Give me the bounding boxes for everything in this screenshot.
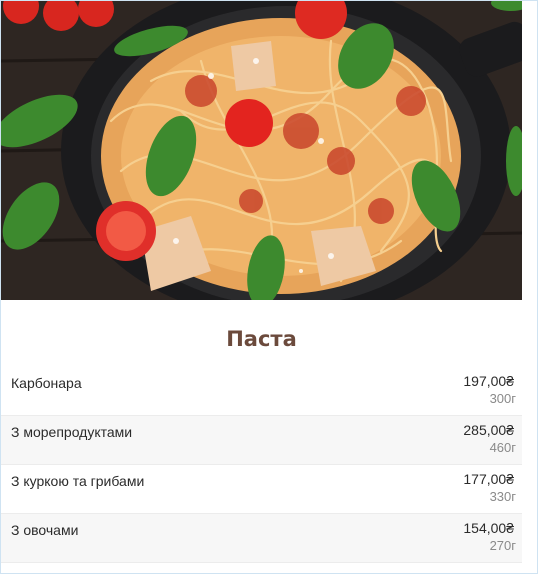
menu-item[interactable]: З куркою та грибами 177,00₴ 330г bbox=[1, 465, 522, 514]
menu-item-price: 197,00₴ bbox=[463, 373, 514, 389]
menu-item-name: Карбонара bbox=[11, 375, 82, 391]
menu-item-name: З куркою та грибами bbox=[11, 473, 145, 489]
menu-item-name: З овочами bbox=[11, 522, 79, 538]
menu-list: Карбонара 197,00₴ 300г З морепродуктами … bbox=[1, 367, 522, 563]
pasta-photo bbox=[1, 1, 522, 300]
menu-item-name: З морепродуктами bbox=[11, 424, 133, 440]
menu-item[interactable]: З овочами 154,00₴ 270г bbox=[1, 514, 522, 563]
menu-item-weight: 330г bbox=[489, 489, 516, 504]
pasta-illustration bbox=[1, 1, 522, 300]
menu-item-weight: 270г bbox=[489, 538, 516, 553]
menu-item-price: 154,00₴ bbox=[463, 520, 514, 536]
menu-item[interactable]: Карбонара 197,00₴ 300г bbox=[1, 367, 522, 416]
menu-item-weight: 460г bbox=[489, 440, 516, 455]
menu-item-price: 285,00₴ bbox=[463, 422, 514, 438]
scrollbar[interactable] bbox=[522, 1, 537, 573]
menu-item[interactable]: З морепродуктами 285,00₴ 460г bbox=[1, 416, 522, 465]
menu-item-weight: 300г bbox=[489, 391, 516, 406]
section-title: Паста bbox=[226, 327, 297, 351]
menu-card: Паста Карбонара 197,00₴ 300г З морепроду… bbox=[0, 0, 538, 574]
menu-item-price: 177,00₴ bbox=[463, 471, 514, 487]
